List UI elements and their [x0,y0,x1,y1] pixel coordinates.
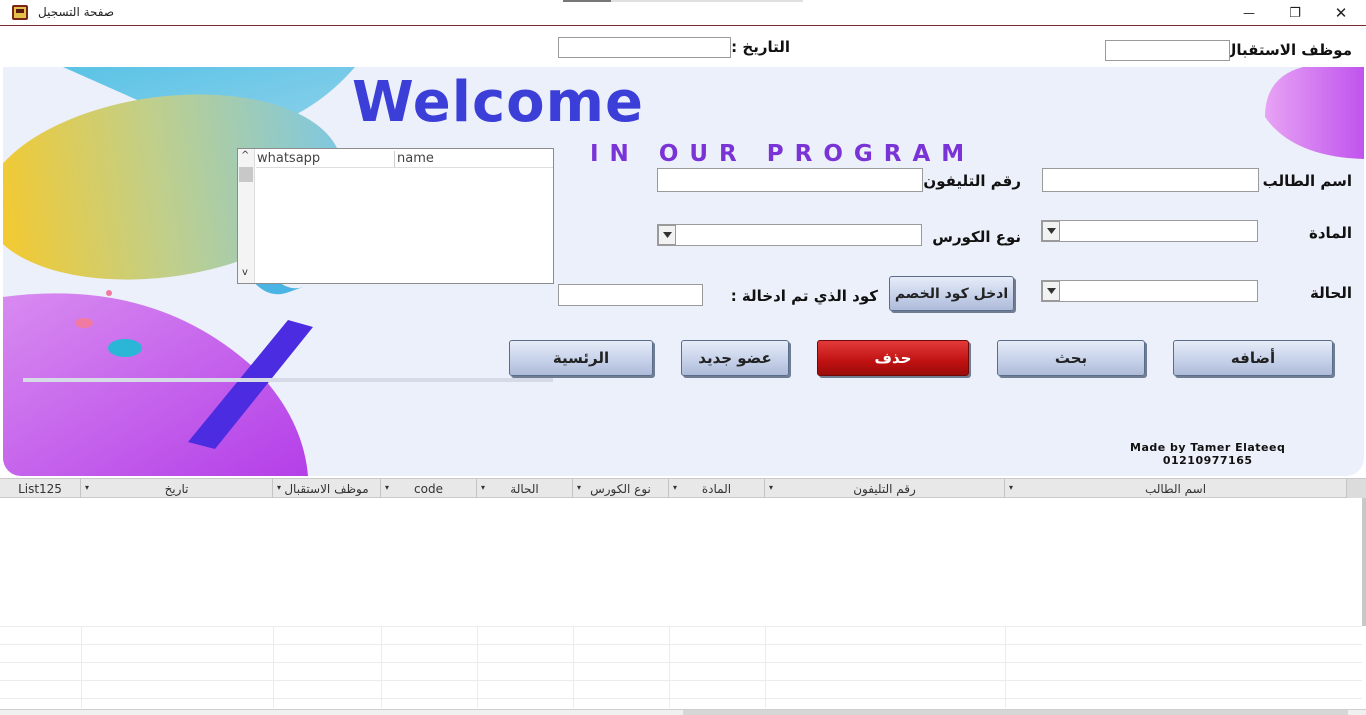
course-type-label: نوع الكورس [932,228,1021,246]
scroll-down-icon[interactable]: v [242,267,248,278]
banner-decoration [3,67,1364,476]
column-header-label: code [414,481,443,496]
grid-col-line [573,626,574,708]
datasheet-horizontal-scrollbar[interactable] [0,709,1366,715]
datasheet-vertical-scrollbar[interactable] [1362,498,1366,626]
column-header-label: المادة [701,481,732,496]
column-header-label: رقم التليفون [853,481,916,496]
column-header-status[interactable]: ▾ الحالة [477,479,573,498]
datasheet-body[interactable] [0,498,1366,715]
column-header-subject[interactable]: ▾ المادة [669,479,765,498]
phone-input[interactable] [657,168,923,192]
listbox-column-name: name [397,151,434,166]
column-header-date[interactable]: ▾ تاريخ [81,479,273,498]
title-bar-track-thumb [563,0,611,2]
credit-block: Made by Tamer Elateeq 01210977165 [1130,441,1285,467]
listbox-scrollbar[interactable]: ^ v [238,149,255,283]
column-header-label: اسم الطالب [1144,481,1207,496]
receptionist-input[interactable] [1105,40,1230,61]
restore-button[interactable]: ❐ [1272,0,1318,26]
grid-col-line [765,626,766,708]
phone-sort-icon[interactable]: ▾ [769,483,773,492]
column-header-course-type[interactable]: ▾ نوع الكورس [573,479,669,498]
entered-code-label: كود الذي تم ادخالة : [730,287,878,305]
student-name-input[interactable] [1042,168,1259,192]
entered-code-input[interactable] [558,284,703,306]
access-app-icon [12,5,28,20]
column-header-receptionist[interactable]: ▾ موظف الاستقبال [273,479,381,498]
status-sort-icon[interactable]: ▾ [481,483,485,492]
listbox-scroll-thumb[interactable] [239,167,253,182]
column-header-label: موظف الاستقبال [284,481,369,496]
student-name-sort-icon[interactable]: ▾ [1009,483,1013,492]
welcome-heading: Welcome [352,70,644,135]
credit-phone: 01210977165 [1162,454,1253,467]
delete-button[interactable]: حذف [817,340,969,376]
status-combo[interactable] [1041,280,1258,302]
column-header-list125[interactable]: List125 [0,479,81,498]
close-button[interactable]: ✕ [1318,0,1364,26]
date-label: التاريخ : [731,38,790,56]
minimize-button[interactable]: — [1226,0,1272,26]
column-header-label: List125 [18,481,62,496]
column-header-phone[interactable]: ▾ رقم التليفون [765,479,1005,498]
code-sort-icon[interactable]: ▾ [385,483,389,492]
restore-icon: ❐ [1289,5,1301,21]
search-button[interactable]: بحث [997,340,1145,376]
date-input[interactable] [558,37,731,58]
grid-col-line [1005,626,1006,708]
grid-row-line [0,662,1362,663]
home-button[interactable]: الرئسية [509,340,653,376]
grid-col-line [477,626,478,708]
datasheet-corner [1347,479,1366,498]
receptionist-label: موظف الاستقبال : [1212,41,1352,59]
subject-label: المادة [1308,224,1352,242]
course-type-sort-icon[interactable]: ▾ [577,483,581,492]
add-button[interactable]: أضافه [1173,340,1333,376]
grid-col-line [669,626,670,708]
subject-combo[interactable] [1041,220,1258,242]
grid-row-line [0,644,1362,645]
column-header-label: الحالة [510,481,539,496]
contacts-listbox[interactable]: ^ v whatsapp name [237,148,554,284]
grid-col-line [381,626,382,708]
course-type-combo[interactable] [657,224,922,246]
datasheet-header: ▾ اسم الطالب ▾ رقم التليفون ▾ المادة ▾ ن… [0,478,1366,498]
phone-label: رقم التليفون [923,172,1021,190]
grid-col-line [273,626,274,708]
column-header-student-name[interactable]: ▾ اسم الطالب [1005,479,1347,498]
course-type-dropdown-icon[interactable] [658,225,676,245]
date-sort-icon[interactable]: ▾ [85,483,89,492]
window-title: صفحة التسجيل [38,5,115,19]
column-header-label: نوع الكورس [590,481,651,496]
status-dropdown-icon[interactable] [1042,281,1060,301]
receptionist-sort-icon[interactable]: ▾ [277,483,281,492]
listbox-column-whatsapp: whatsapp [257,151,395,167]
grid-row-line [0,698,1362,699]
grid-row-line [0,626,1362,627]
discount-code-button[interactable]: ادخل كود الخصم [889,276,1014,311]
welcome-banner [3,67,1364,476]
title-bar: صفحة التسجيل — ❐ ✕ [0,0,1366,26]
status-label: الحالة [1310,284,1352,302]
program-subheading: IN OUR PROGRAM [590,141,976,167]
listbox-header-divider [256,167,553,168]
minimize-icon: — [1243,6,1255,20]
subject-dropdown-icon[interactable] [1042,221,1060,241]
horizontal-scroll-thumb[interactable] [683,710,1348,715]
credit-author: Made by Tamer Elateeq [1130,441,1286,454]
scroll-up-icon[interactable]: ^ [241,150,249,161]
student-name-label: اسم الطالب [1262,172,1352,190]
grid-col-line [81,626,82,708]
column-header-label: تاريخ [164,481,189,496]
grid-row-line [0,680,1362,681]
subject-sort-icon[interactable]: ▾ [673,483,677,492]
column-header-code[interactable]: ▾ code [381,479,477,498]
close-icon: ✕ [1334,4,1348,22]
new-member-button[interactable]: عضو جديد [681,340,789,376]
